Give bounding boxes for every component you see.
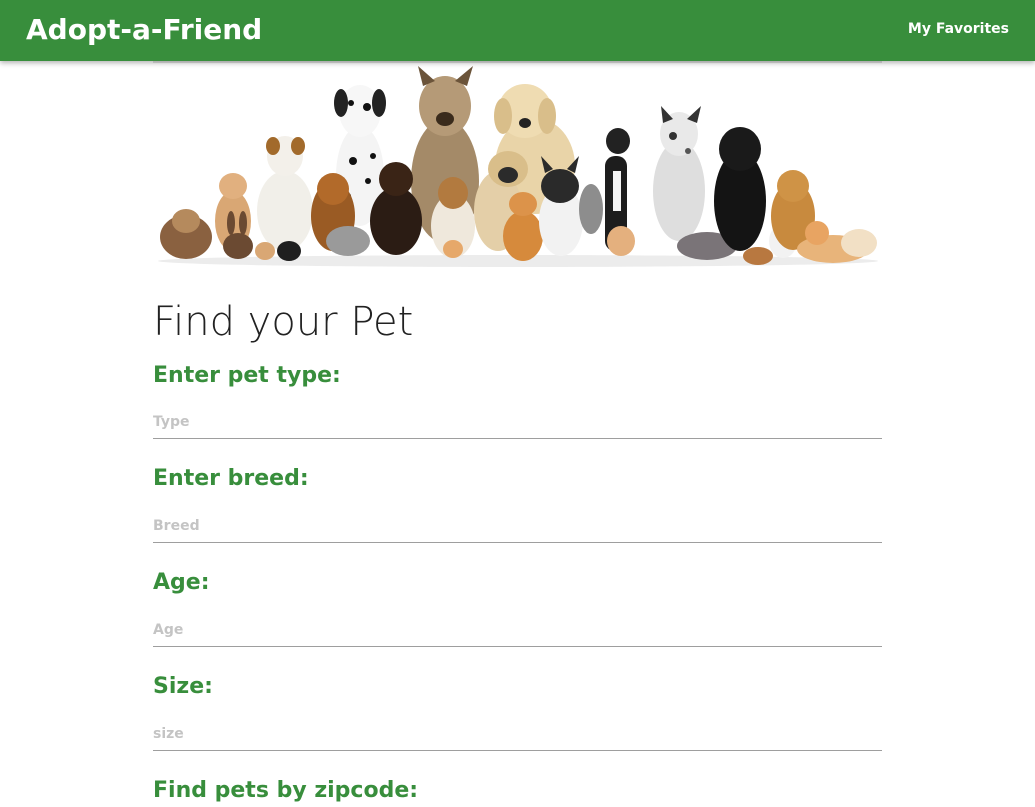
terrier-dog xyxy=(257,136,313,251)
hero-banner-image xyxy=(153,61,882,271)
french-bulldog xyxy=(539,156,583,256)
size-label: Size: xyxy=(153,674,213,699)
pet-type-input[interactable] xyxy=(153,405,882,439)
poodle-dog xyxy=(714,127,766,251)
breed-label: Enter breed: xyxy=(153,466,309,491)
pets-group-illustration xyxy=(158,66,878,267)
hero-top-border xyxy=(153,61,882,63)
breed-input[interactable] xyxy=(153,509,882,543)
yorkie-dog xyxy=(160,209,212,259)
pomeranian-dog xyxy=(797,221,877,263)
age-input[interactable] xyxy=(153,613,882,647)
size-input[interactable] xyxy=(153,717,882,751)
age-label: Age: xyxy=(153,570,210,595)
my-favorites-link[interactable]: My Favorites xyxy=(908,21,1009,37)
zipcode-label: Find pets by zipcode: xyxy=(153,778,419,803)
cattle-dog xyxy=(653,106,705,241)
brand-logo[interactable]: Adopt-a-Friend xyxy=(26,13,262,46)
page-title: Find your Pet xyxy=(153,299,414,345)
pet-type-label: Enter pet type: xyxy=(153,363,341,388)
navbar: Adopt-a-Friend My Favorites xyxy=(0,0,1035,61)
